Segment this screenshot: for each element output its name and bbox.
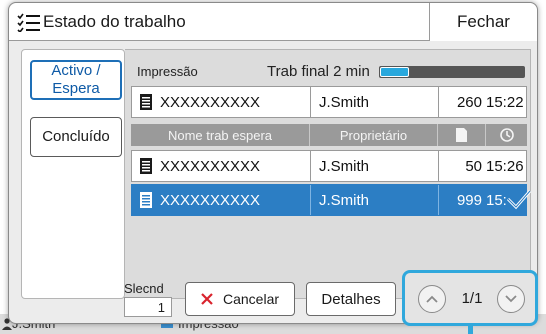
job-list-icon bbox=[17, 13, 40, 32]
cancel-job-button[interactable]: Cancelar bbox=[185, 282, 295, 316]
header-time bbox=[485, 124, 527, 146]
tab-completed[interactable]: Concluído bbox=[30, 117, 122, 157]
waiting-job-time: 15:26 bbox=[486, 157, 524, 175]
document-icon bbox=[140, 192, 152, 208]
current-job-row[interactable]: XXXXXXXXXX J.Smith 260 15:22 bbox=[131, 86, 527, 118]
current-job-time: 15:22 bbox=[486, 93, 524, 111]
document-icon bbox=[140, 94, 152, 110]
current-job-pages: 260 bbox=[438, 87, 486, 117]
waiting-job-row-selected[interactable]: XXXXXXXXXX J.Smith 999 15: bbox=[131, 184, 532, 216]
waiting-job-owner: J.Smith bbox=[310, 151, 438, 181]
printing-section-label: Impressão bbox=[137, 64, 198, 79]
page-up-button[interactable] bbox=[418, 285, 446, 313]
selected-count-value: 1 bbox=[124, 297, 172, 317]
selected-count-label: Slecnd bbox=[124, 281, 164, 296]
print-progress-fill bbox=[380, 67, 409, 77]
waiting-list-header: Nome trab espera Proprietário bbox=[131, 124, 527, 146]
print-progress-bar bbox=[379, 66, 525, 78]
waiting-job-name-cell: XXXXXXXXXX bbox=[140, 185, 316, 215]
waiting-job-row[interactable]: XXXXXXXXXX J.Smith 50 15:26 bbox=[131, 150, 527, 182]
clock-icon bbox=[499, 128, 514, 142]
document-icon bbox=[456, 128, 467, 142]
job-list-panel: Impressão Trab final 2 min XXXXXXXXXX J.… bbox=[125, 49, 532, 299]
chevron-down-icon bbox=[505, 295, 517, 303]
tab-active-waiting-label-line2: Espera bbox=[52, 80, 100, 97]
tab-column: Activo / Espera Concluído bbox=[21, 49, 125, 299]
waiting-job-pages: 999 bbox=[438, 185, 486, 215]
pager-callout-pointer bbox=[468, 324, 473, 334]
current-job-name-cell: XXXXXXXXXX bbox=[140, 87, 316, 117]
details-button[interactable]: Detalhes bbox=[306, 282, 396, 316]
tab-active-waiting[interactable]: Activo / Espera bbox=[30, 60, 122, 100]
waiting-job-owner: J.Smith bbox=[310, 185, 438, 215]
waiting-job-name-cell: XXXXXXXXXX bbox=[140, 151, 316, 181]
header-owner: Proprietário bbox=[309, 124, 437, 146]
close-button[interactable]: Fechar bbox=[429, 3, 537, 41]
cancel-job-label: Cancelar bbox=[222, 291, 280, 307]
waiting-job-pages: 50 bbox=[438, 151, 486, 181]
current-job-owner: J.Smith bbox=[310, 87, 438, 117]
cancel-x-icon bbox=[201, 293, 213, 305]
chevron-up-icon bbox=[426, 295, 438, 303]
document-icon bbox=[140, 158, 152, 174]
waiting-job-name: XXXXXXXXXX bbox=[160, 191, 261, 209]
selected-check-icon bbox=[506, 190, 532, 210]
header-pages bbox=[437, 124, 485, 146]
dialog-titlebar: Estado do trabalho Fechar bbox=[9, 3, 537, 41]
page-down-button[interactable] bbox=[497, 285, 525, 313]
waiting-job-name: XXXXXXXXXX bbox=[160, 157, 261, 175]
header-job-name: Nome trab espera bbox=[167, 127, 273, 143]
page-indicator: 1/1 bbox=[461, 290, 483, 307]
tab-active-waiting-label-line1: Activo / bbox=[51, 62, 101, 79]
current-job-name: XXXXXXXXXX bbox=[160, 93, 261, 111]
dialog-title: Estado do trabalho bbox=[43, 12, 186, 31]
printing-time-remaining: Trab final 2 min bbox=[267, 63, 370, 80]
